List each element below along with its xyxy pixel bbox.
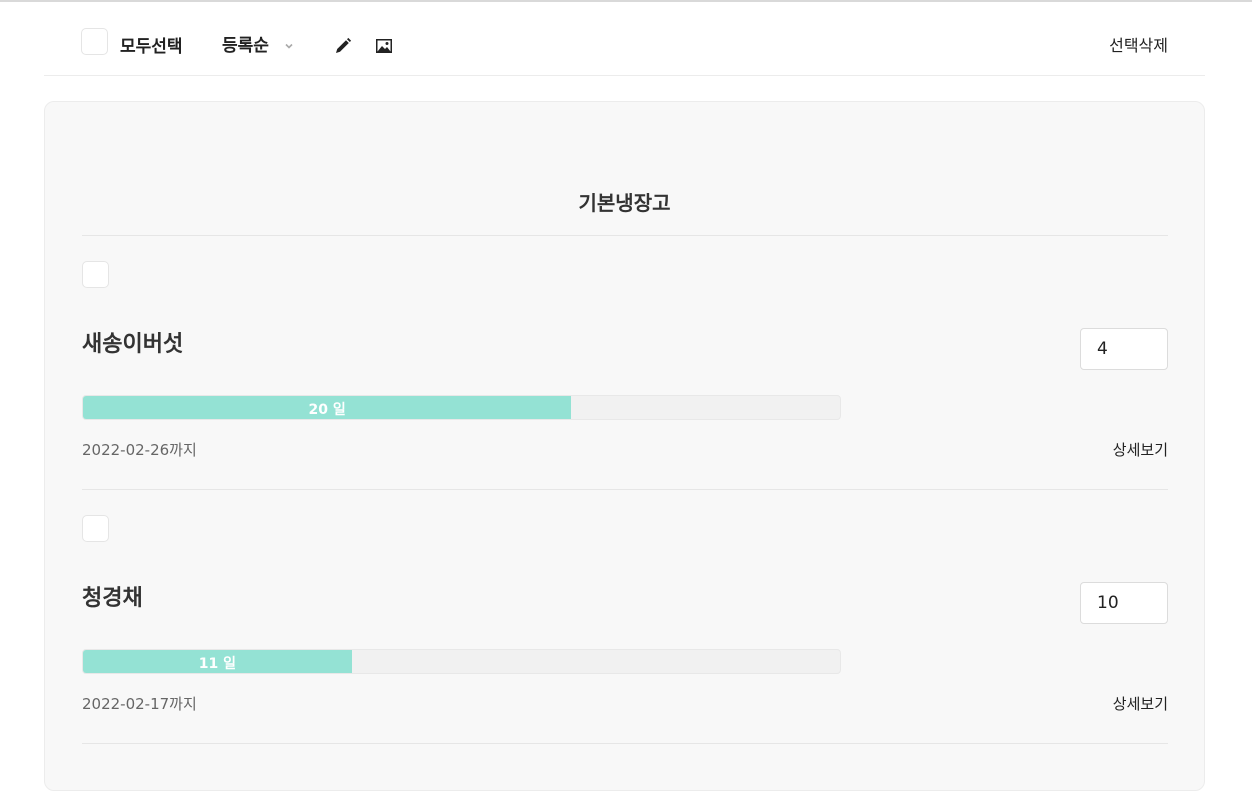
list-item: 청경채 11 일 2022-02-17까지 상세보기 [82, 490, 1168, 744]
select-all-checkbox[interactable] [81, 28, 108, 55]
expiry-progress-bar: 20 일 [82, 395, 841, 420]
item-name: 청경채 [82, 586, 143, 611]
pencil-icon[interactable] [333, 36, 353, 56]
quantity-input[interactable] [1080, 328, 1168, 370]
delete-selected-button[interactable]: 선택삭제 [1109, 32, 1168, 56]
expiry-progress-bar: 11 일 [82, 649, 841, 674]
detail-link[interactable]: 상세보기 [1113, 439, 1168, 460]
sort-dropdown[interactable]: 등록순 [222, 30, 295, 56]
toolbar: 모두선택 등록순 선택삭제 [44, 2, 1205, 76]
divider [82, 743, 1168, 744]
expiry-date: 2022-02-17까지 [82, 695, 197, 713]
sort-label: 등록순 [222, 35, 269, 56]
quantity-input[interactable] [1080, 582, 1168, 624]
expiry-date: 2022-02-26까지 [82, 441, 197, 459]
image-icon[interactable] [374, 36, 394, 56]
item-checkbox[interactable] [82, 261, 109, 288]
fridge-title: 기본냉장고 [578, 191, 671, 215]
progress-label: 11 일 [198, 656, 236, 672]
select-all-label[interactable]: 모두선택 [120, 32, 183, 57]
progress-label: 20 일 [308, 402, 346, 418]
fridge-card: 기본냉장고 새송이버섯 20 일 2022-02-26까지 상세보기 청경채 1… [44, 101, 1205, 791]
item-name: 새송이버섯 [82, 332, 184, 357]
detail-link[interactable]: 상세보기 [1113, 693, 1168, 714]
chevron-down-icon [283, 37, 295, 49]
list-item: 새송이버섯 20 일 2022-02-26까지 상세보기 [82, 236, 1168, 490]
item-checkbox[interactable] [82, 515, 109, 542]
